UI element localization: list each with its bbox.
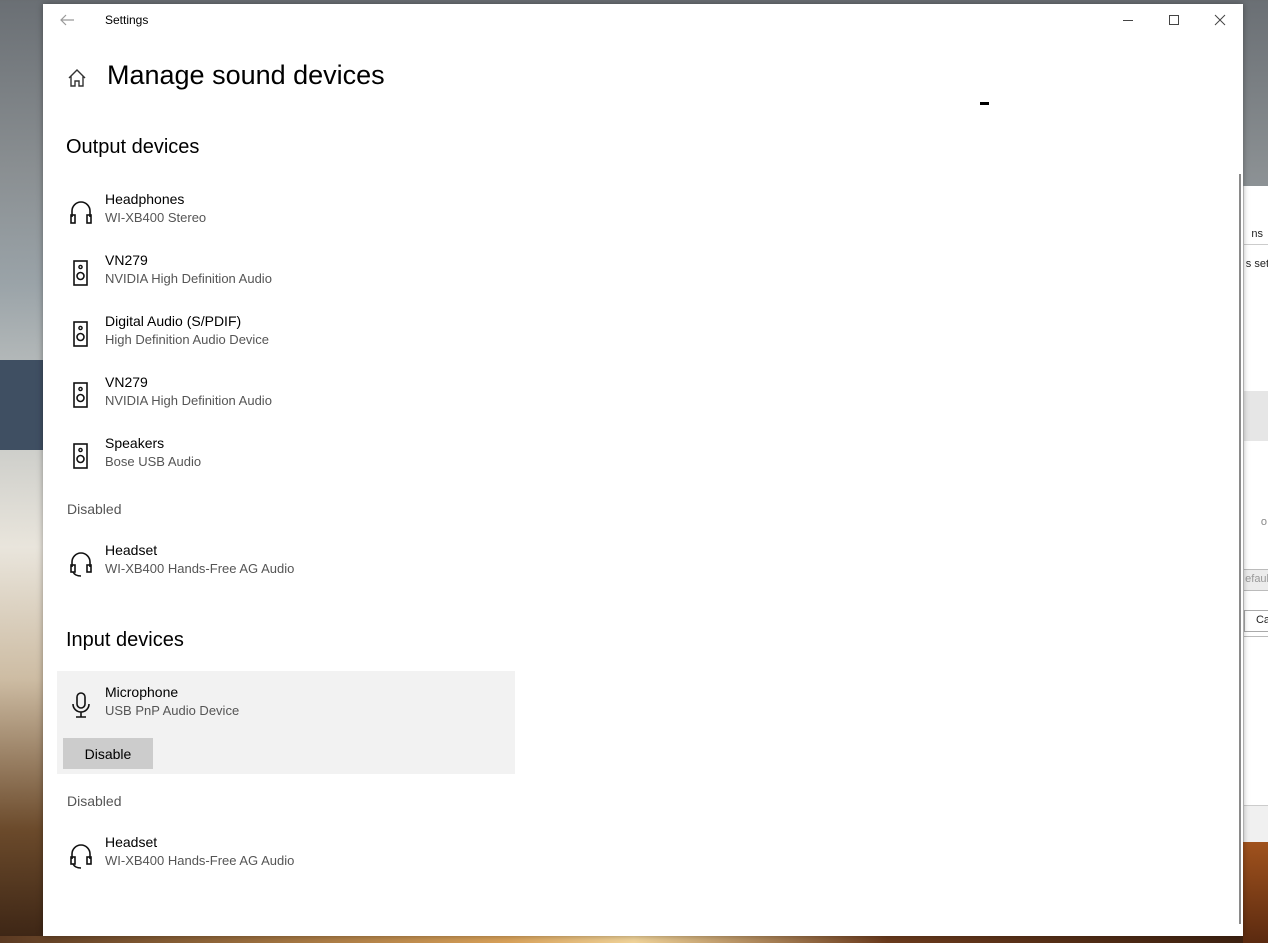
device-description: USB PnP Audio Device	[105, 703, 240, 718]
speaker-icon	[73, 443, 88, 469]
background-divider	[1244, 636, 1268, 637]
microphone-icon	[72, 692, 90, 718]
input-disabled-device-item[interactable]: Headset WI-XB400 Hands-Free AG Audio	[66, 834, 516, 882]
background-set-default-button[interactable]: efaul	[1244, 569, 1268, 591]
device-description: WI-XB400 Hands-Free AG Audio	[105, 561, 295, 576]
background-text: s set	[1245, 258, 1268, 270]
device-name: Digital Audio (S/PDIF)	[105, 313, 242, 329]
headphones-icon	[70, 201, 92, 224]
device-name: Headphones	[105, 191, 185, 207]
speaker-icon	[73, 260, 88, 286]
device-description: WI-XB400 Stereo	[105, 210, 207, 225]
output-device-item[interactable]: Speakers Bose USB Audio	[66, 435, 516, 483]
output-device-item[interactable]: VN279 NVIDIA High Definition Audio	[66, 252, 516, 300]
input-device-item[interactable]: Microphone USB PnP Audio Device	[66, 684, 516, 732]
background-text-2: o	[1260, 516, 1267, 528]
input-disabled-label: Disabled	[67, 793, 122, 809]
headset-icon	[70, 552, 92, 577]
device-name: Speakers	[105, 435, 165, 451]
device-description: Bose USB Audio	[105, 454, 202, 469]
background-cancel-button[interactable]: Ca	[1244, 610, 1268, 632]
title-bar: Settings	[43, 4, 1243, 36]
device-description: High Definition Audio Device	[105, 332, 270, 347]
page-title: Manage sound devices	[107, 60, 385, 90]
window-title: Settings	[105, 13, 149, 27]
output-device-item[interactable]: Digital Audio (S/PDIF) High Definition A…	[66, 313, 516, 361]
output-disabled-device-item[interactable]: Headset WI-XB400 Hands-Free AG Audio	[66, 542, 516, 590]
desktop-wallpaper-bottom	[0, 936, 1268, 943]
device-name: VN279	[105, 374, 148, 390]
device-name: VN279	[105, 252, 148, 268]
desktop-wallpaper-detail	[0, 360, 44, 450]
close-icon	[1214, 14, 1226, 26]
disable-button[interactable]: Disable	[63, 738, 153, 769]
speaker-icon	[73, 321, 88, 347]
cursor-mark	[980, 102, 989, 105]
output-device-item[interactable]: Headphones WI-XB400 Stereo	[66, 191, 516, 239]
device-description: NVIDIA High Definition Audio	[105, 271, 272, 286]
maximize-button[interactable]	[1151, 4, 1197, 36]
desktop-wallpaper-corner	[1243, 842, 1268, 943]
device-name: Headset	[105, 834, 158, 850]
speaker-icon	[73, 382, 88, 408]
background-highlight	[1244, 391, 1268, 441]
output-device-item[interactable]: VN279 NVIDIA High Definition Audio	[66, 374, 516, 422]
headset-icon	[70, 844, 92, 869]
home-button[interactable]	[65, 66, 89, 90]
background-button-label-2: Ca	[1255, 614, 1268, 626]
settings-window: Settings Manage sound devices Output dev…	[43, 4, 1243, 936]
background-button-label: efaul	[1245, 573, 1268, 585]
back-arrow-icon	[60, 14, 74, 26]
output-devices-heading: Output devices	[66, 136, 200, 158]
back-button[interactable]	[57, 10, 77, 30]
device-description: WI-XB400 Hands-Free AG Audio	[105, 853, 295, 868]
background-footer	[1244, 805, 1268, 842]
output-disabled-label: Disabled	[67, 501, 122, 517]
background-tab-label: ns	[1251, 228, 1263, 240]
background-dialog-window: ns s set o efaul Ca	[1243, 186, 1268, 842]
maximize-icon	[1169, 15, 1179, 25]
scrollbar[interactable]	[1239, 174, 1241, 924]
minimize-icon	[1123, 20, 1133, 21]
device-description: NVIDIA High Definition Audio	[105, 393, 272, 408]
minimize-button[interactable]	[1105, 4, 1151, 36]
background-tab[interactable]: ns	[1244, 226, 1268, 245]
device-name: Headset	[105, 542, 158, 558]
input-devices-heading: Input devices	[66, 629, 184, 651]
close-button[interactable]	[1197, 4, 1243, 36]
home-icon	[68, 69, 86, 87]
device-name: Microphone	[105, 684, 179, 700]
